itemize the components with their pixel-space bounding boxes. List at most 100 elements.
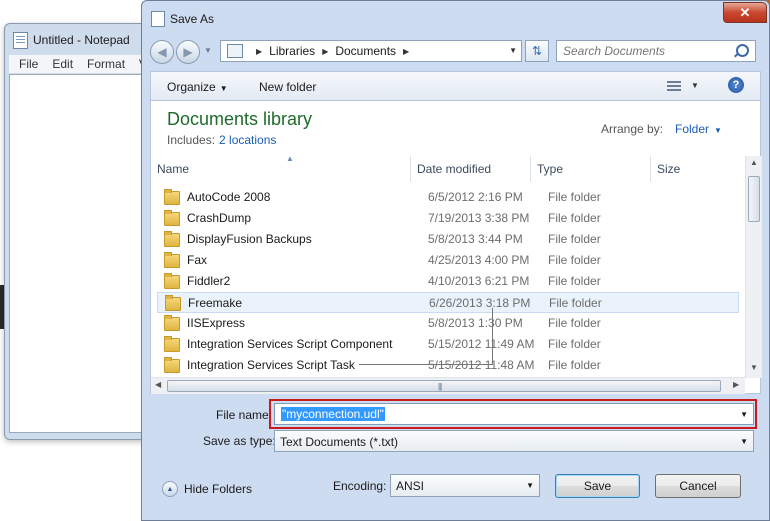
breadcrumb-libraries[interactable]: Libraries [269, 44, 315, 58]
grip-icon: ||| [438, 382, 442, 391]
file-name-label: File name: [216, 408, 273, 422]
hide-folders-button[interactable]: ▲ Hide Folders [162, 481, 252, 497]
scroll-thumb[interactable]: ||| [167, 380, 721, 392]
notepad-titlebar: Untitled - Notepad [13, 30, 130, 50]
list-item[interactable]: Integration Services Script Component 5/… [157, 334, 739, 355]
list-item[interactable]: CrashDump 7/19/2013 3:38 PM File folder [157, 208, 739, 229]
list-item[interactable]: Fiddler2 4/10/2013 6:21 PM File folder [157, 271, 739, 292]
arrange-by-value: Folder [675, 122, 710, 136]
breadcrumb-documents[interactable]: Documents [335, 44, 396, 58]
scroll-up-icon[interactable]: ▲ [750, 158, 758, 167]
arrange-by-dropdown[interactable]: Folder ▼ [675, 122, 722, 136]
chevron-down-icon[interactable]: ▼ [740, 437, 748, 446]
refresh-icon[interactable]: ⇅ [525, 40, 549, 62]
chevron-down-icon[interactable]: ▼ [740, 410, 748, 419]
list-item[interactable]: Integration Services Script Task 5/15/20… [157, 355, 739, 376]
list-item[interactable]: Fax 4/25/2013 4:00 PM File folder [157, 250, 739, 271]
item-type: File folder [549, 296, 602, 310]
help-icon[interactable]: ? [728, 77, 744, 93]
search-input[interactable] [563, 44, 733, 58]
list-item[interactable]: DisplayFusion Backups 5/8/2013 3:44 PM F… [157, 229, 739, 250]
encoding-label: Encoding: [333, 479, 387, 493]
chevron-down-icon[interactable]: ▼ [526, 481, 534, 490]
save-button[interactable]: Save [555, 474, 640, 498]
search-box[interactable] [556, 40, 756, 62]
command-toolbar: Organize ▼ New folder ▼ ? [150, 71, 761, 101]
library-includes: Includes: 2 locations [167, 133, 276, 147]
folder-icon [164, 315, 180, 331]
breadcrumb-separator-icon[interactable]: ▶ [256, 47, 262, 56]
address-dropdown-icon[interactable]: ▼ [509, 46, 517, 55]
folder-icon [164, 357, 180, 373]
save-as-type-label: Save as type: [203, 434, 276, 448]
scroll-down-icon[interactable]: ▼ [750, 363, 758, 372]
item-type: File folder [548, 274, 601, 288]
menu-file[interactable]: File [19, 57, 38, 71]
address-bar[interactable]: ▶ Libraries ▶ Documents ▶ ▼ [220, 40, 522, 62]
item-date: 4/10/2013 6:21 PM [428, 274, 530, 288]
view-options-dropdown-icon[interactable]: ▼ [691, 81, 699, 90]
notepad-window[interactable]: Untitled - Notepad File Edit Format V [4, 23, 156, 440]
column-header-size[interactable]: Size [651, 156, 745, 182]
notepad-icon [13, 31, 28, 49]
notepad-text-area[interactable] [9, 74, 151, 433]
back-arrow-icon[interactable]: ◀ [150, 40, 174, 64]
save-as-type-dropdown[interactable]: Text Documents (*.txt) ▼ [274, 430, 754, 452]
folder-icon [164, 336, 180, 352]
column-header-name[interactable]: Name [151, 156, 411, 182]
search-icon[interactable] [736, 44, 749, 57]
chevron-down-icon: ▼ [219, 84, 228, 93]
breadcrumb-separator-icon[interactable]: ▶ [403, 47, 409, 56]
locations-link[interactable]: 2 locations [219, 133, 276, 147]
file-name-field[interactable]: "myconnection.udl" ▼ [274, 403, 754, 425]
organize-label: Organize [167, 80, 216, 94]
column-header-date[interactable]: Date modified [411, 156, 531, 182]
horizontal-scrollbar[interactable]: ◀ ||| ▶ [151, 377, 745, 394]
vertical-scrollbar[interactable]: ▲ ▼ [745, 156, 762, 378]
encoding-dropdown[interactable]: ANSI ▼ [390, 474, 540, 497]
file-name-value[interactable]: "myconnection.udl" [281, 407, 385, 421]
arrange-by-label: Arrange by: [601, 122, 664, 136]
column-header-type[interactable]: Type [531, 156, 651, 182]
item-date: 4/25/2013 4:00 PM [428, 253, 530, 267]
folder-icon [164, 231, 180, 247]
item-type: File folder [548, 316, 601, 330]
list-item[interactable]: IISExpress 5/8/2013 1:30 PM File folder [157, 313, 739, 334]
item-date: 6/26/2013 3:18 PM [429, 296, 531, 310]
item-type: File folder [548, 190, 601, 204]
item-type: File folder [548, 253, 601, 267]
save-as-dialog: Save As ✕ ◀ ▶ ▼ ▶ Libraries ▶ Documents … [141, 0, 770, 521]
close-button[interactable]: ✕ [723, 2, 767, 23]
chevron-down-icon: ▼ [714, 126, 722, 135]
item-name: Integration Services Script Task [187, 358, 355, 372]
item-type: File folder [548, 358, 601, 372]
column-headers: Name ▲ Date modified Type Size [151, 154, 745, 182]
item-name: AutoCode 2008 [187, 190, 271, 204]
folder-icon [164, 273, 180, 289]
organize-button[interactable]: Organize ▼ [167, 80, 228, 94]
item-date: 6/5/2012 2:16 PM [428, 190, 523, 204]
file-list-pane: Documents library Includes: 2 locations A… [150, 101, 762, 394]
forward-arrow-icon[interactable]: ▶ [176, 40, 200, 64]
item-date: 5/15/2012 11:49 AM [428, 337, 535, 351]
scroll-right-icon[interactable]: ▶ [733, 380, 739, 389]
list-item[interactable]: AutoCode 2008 6/5/2012 2:16 PM File fold… [157, 187, 739, 208]
item-date: 5/15/2012 11:48 AM [428, 358, 535, 372]
save-as-type-value: Text Documents (*.txt) [280, 435, 399, 449]
new-folder-button[interactable]: New folder [259, 80, 316, 94]
notepad-menubar: File Edit Format V [9, 55, 151, 74]
folder-icon [164, 210, 180, 226]
menu-edit[interactable]: Edit [52, 57, 73, 71]
sort-ascending-icon: ▲ [286, 154, 294, 163]
scroll-left-icon[interactable]: ◀ [155, 380, 161, 389]
encoding-value: ANSI [396, 479, 425, 493]
change-view-icon[interactable] [667, 79, 681, 91]
item-name: Freemake [188, 296, 243, 310]
menu-format[interactable]: Format [87, 57, 125, 71]
cancel-button[interactable]: Cancel [655, 474, 741, 498]
scroll-thumb[interactable] [748, 176, 760, 222]
list-item-selected[interactable]: Freemake 6/26/2013 3:18 PM File folder [157, 292, 739, 313]
recent-locations-dropdown-icon[interactable]: ▼ [204, 46, 212, 55]
breadcrumb-separator-icon[interactable]: ▶ [322, 47, 328, 56]
folder-icon [165, 295, 181, 311]
